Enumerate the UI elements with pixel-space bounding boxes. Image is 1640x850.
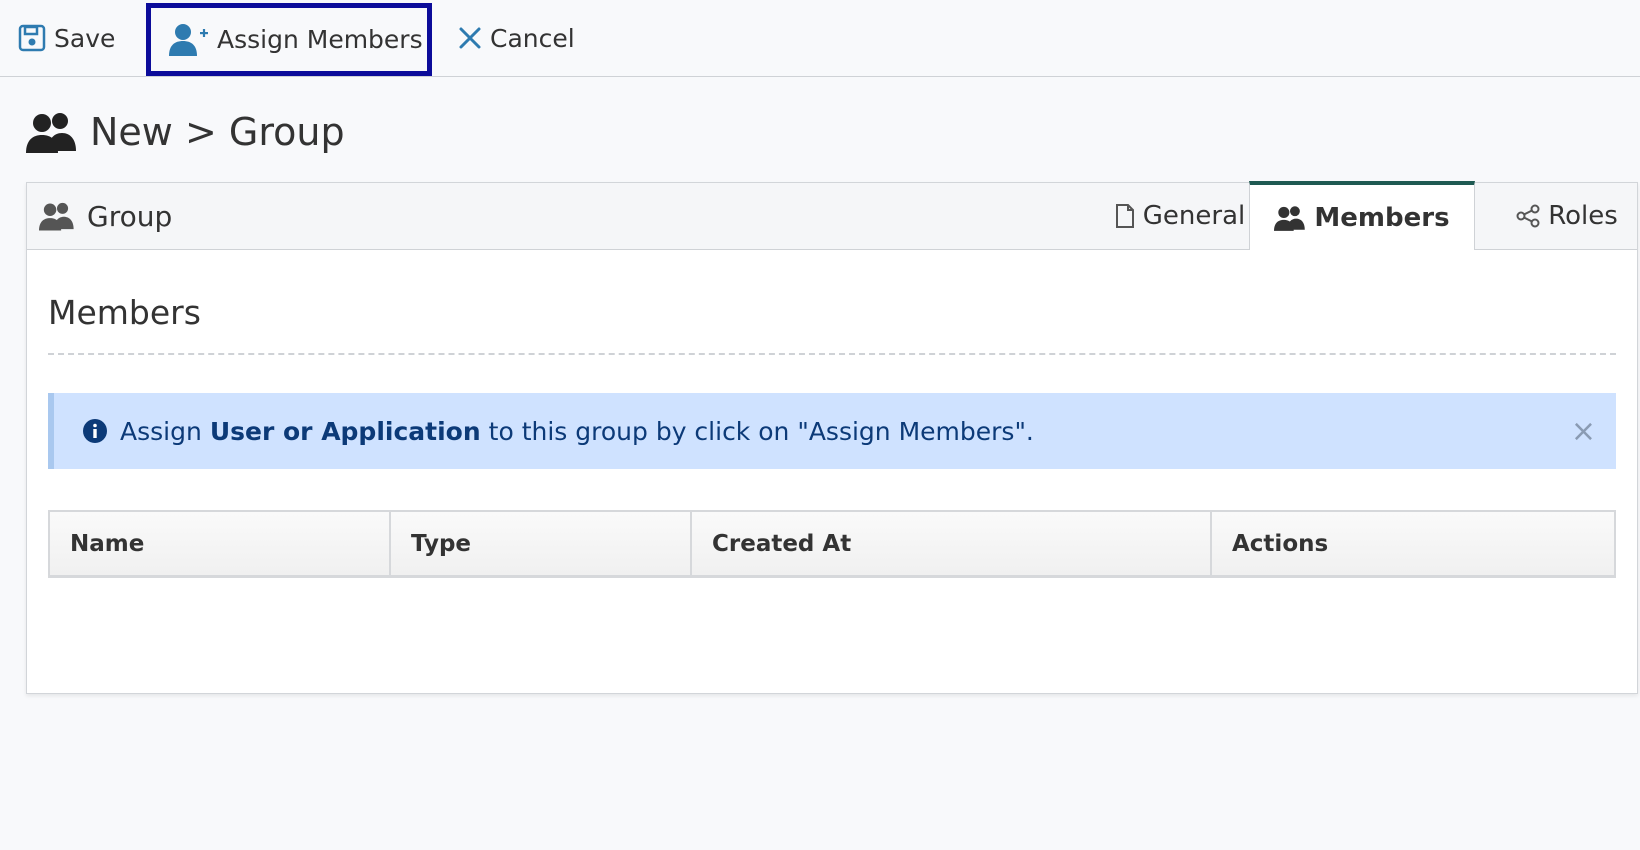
alert-text-suffix: to this group by click on "Assign Member… bbox=[488, 416, 1034, 446]
cancel-label: Cancel bbox=[490, 23, 575, 53]
alert-text-strong: User or Application bbox=[209, 416, 481, 446]
column-header-created-at[interactable]: Created At bbox=[692, 512, 1212, 576]
assign-members-button[interactable]: Assign Members bbox=[146, 3, 432, 76]
panel-header: Group General Members Roles bbox=[27, 181, 1637, 250]
page-title: New > Group bbox=[26, 104, 345, 160]
tab-roles-label: Roles bbox=[1548, 201, 1618, 231]
alert-close-button[interactable]: × bbox=[1571, 393, 1596, 469]
column-header-name[interactable]: Name bbox=[50, 512, 391, 576]
save-label: Save bbox=[54, 23, 116, 53]
floppy-disk-icon bbox=[18, 24, 46, 52]
assign-members-label: Assign Members bbox=[217, 25, 423, 54]
tab-members-label: Members bbox=[1314, 202, 1450, 233]
section-title: Members bbox=[48, 293, 201, 332]
users-icon bbox=[39, 201, 75, 231]
tab-roles[interactable]: Roles bbox=[1499, 183, 1635, 249]
toolbar: Save Assign Members Cancel bbox=[0, 0, 1640, 77]
section-divider bbox=[48, 353, 1616, 355]
alert-text-prefix: Assign bbox=[120, 416, 202, 446]
column-header-type[interactable]: Type bbox=[391, 512, 692, 576]
file-icon bbox=[1115, 203, 1135, 229]
info-alert: Assign User or Application to this group… bbox=[48, 393, 1616, 469]
user-plus-icon bbox=[169, 23, 209, 57]
tab-general-label: General bbox=[1142, 201, 1246, 231]
members-table: Name Type Created At Actions bbox=[48, 510, 1616, 578]
panel-title: Group bbox=[39, 183, 172, 249]
share-icon bbox=[1516, 204, 1540, 228]
panel-title-text: Group bbox=[87, 199, 173, 233]
page-title-text: New > Group bbox=[90, 110, 345, 154]
cancel-button[interactable]: Cancel bbox=[458, 0, 575, 76]
info-circle-icon bbox=[82, 418, 108, 444]
users-icon bbox=[1274, 205, 1306, 231]
users-icon bbox=[26, 111, 78, 153]
group-panel: Group General Members Roles Members Assi… bbox=[26, 181, 1638, 694]
save-button[interactable]: Save bbox=[18, 0, 115, 76]
column-header-actions: Actions bbox=[1232, 531, 1329, 557]
close-icon bbox=[458, 26, 482, 50]
tab-general[interactable]: General bbox=[1085, 183, 1275, 249]
tab-members[interactable]: Members bbox=[1249, 181, 1475, 250]
